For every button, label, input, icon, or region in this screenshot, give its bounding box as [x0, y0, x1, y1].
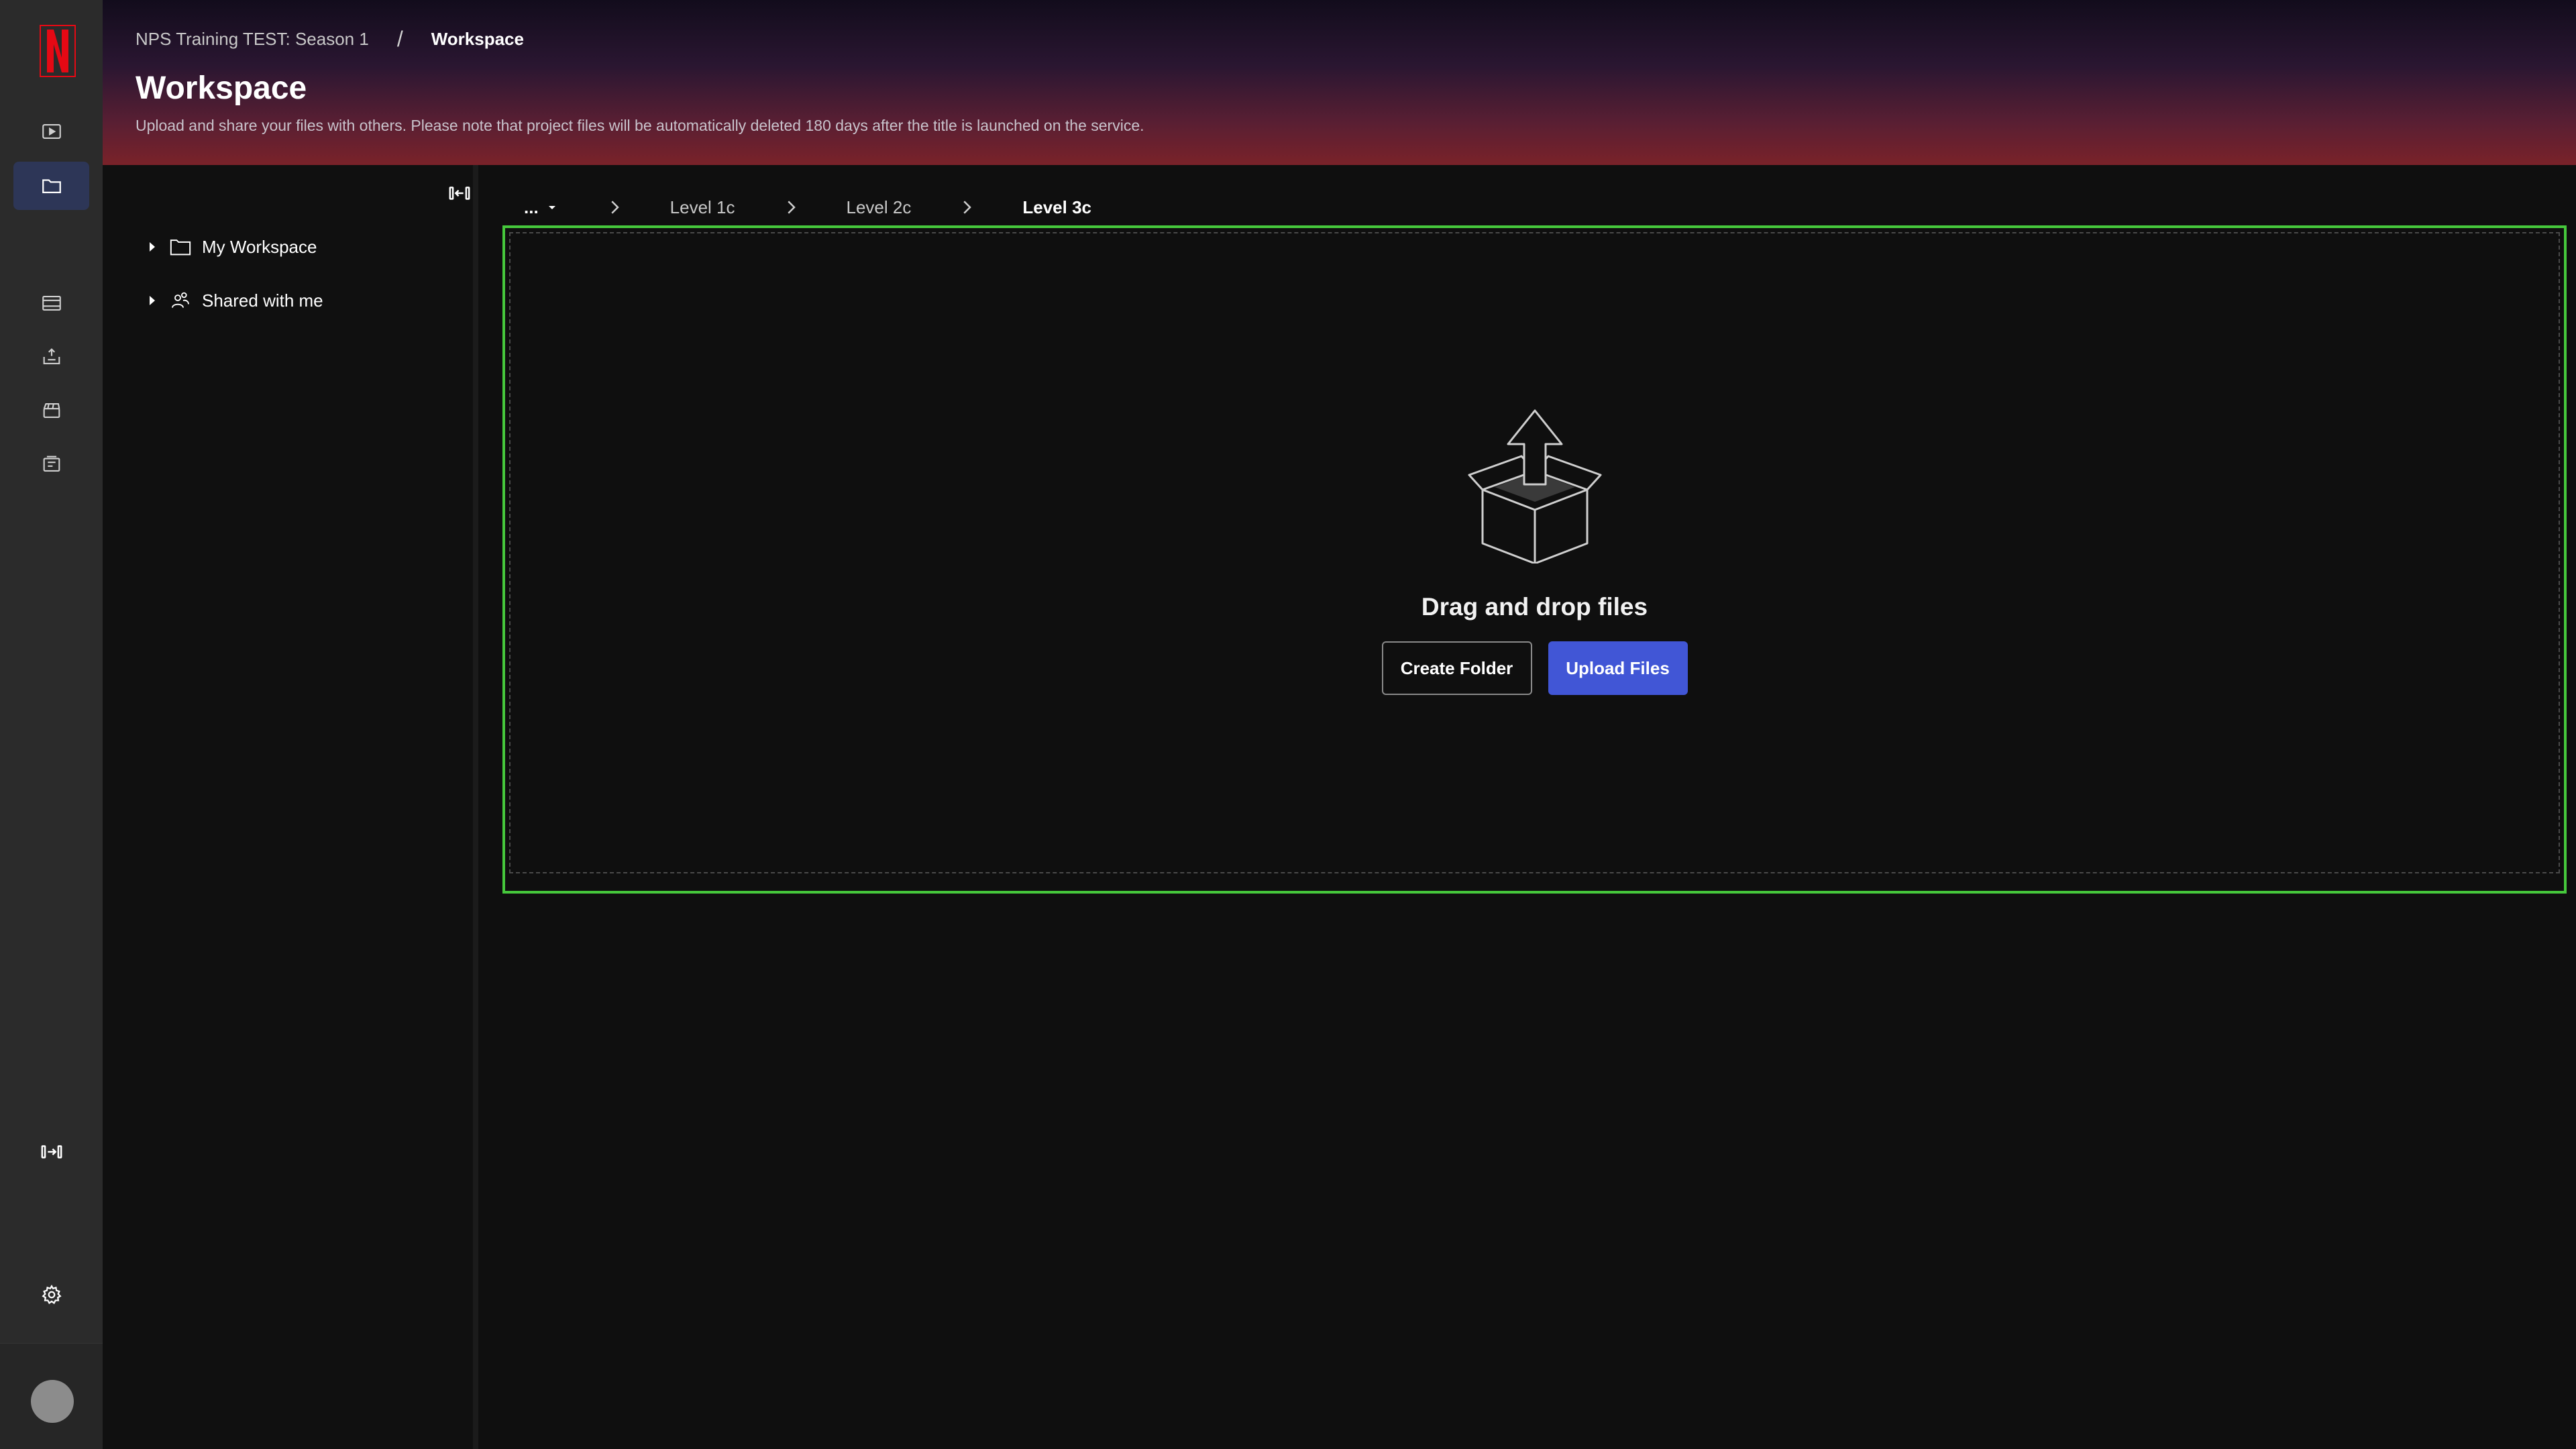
- collapse-panel-button[interactable]: [445, 178, 474, 208]
- gear-icon: [41, 1285, 62, 1305]
- chevron-right-icon: [787, 201, 796, 214]
- rail-item-uploads[interactable]: [13, 333, 89, 381]
- folder-path-breadcrumb: ... Level 1c Level 2c Level 3c: [524, 191, 1091, 224]
- page-header: NPS Training TEST: Season 1 / Workspace …: [103, 0, 2576, 165]
- breadcrumb-separator: /: [396, 27, 403, 51]
- caret-right-icon[interactable]: [143, 237, 162, 256]
- clapperboard-icon: [43, 403, 60, 418]
- caret-right-icon[interactable]: [143, 291, 162, 310]
- create-folder-button[interactable]: Create Folder: [1381, 641, 1532, 695]
- shared-users-icon: [168, 288, 193, 313]
- path-ellipsis-label: ...: [524, 197, 539, 217]
- expand-sidebar-icon: [41, 1145, 62, 1159]
- rail-item-deliverables[interactable]: [13, 440, 89, 488]
- breadcrumb: NPS Training TEST: Season 1 / Workspace: [136, 27, 524, 52]
- open-box-upload-icon: [1468, 409, 1601, 564]
- path-level-2[interactable]: Level 2c: [847, 197, 912, 218]
- film-strip-icon: [42, 296, 61, 311]
- chevron-right-icon: [963, 201, 972, 214]
- expand-sidebar-button[interactable]: [13, 1128, 89, 1176]
- folder-icon: [168, 235, 193, 259]
- tree-item-my-workspace[interactable]: My Workspace: [143, 231, 317, 263]
- caret-down-icon: [548, 206, 555, 209]
- play-icon: [42, 124, 61, 139]
- netflix-logo-icon[interactable]: [39, 24, 76, 78]
- user-section: [0, 1343, 103, 1449]
- path-level-1[interactable]: Level 1c: [670, 197, 735, 218]
- upload-files-button[interactable]: Upload Files: [1548, 641, 1688, 695]
- path-level-current: Level 3c: [1022, 197, 1091, 217]
- breadcrumb-parent-link[interactable]: NPS Training TEST: Season 1: [136, 29, 369, 50]
- left-rail: [0, 0, 103, 1449]
- dropzone-content: Drag and drop files Create Folder Upload…: [505, 409, 2564, 695]
- tree-item-label: Shared with me: [202, 290, 323, 311]
- rail-item-media[interactable]: [13, 279, 89, 327]
- rail-item-production[interactable]: [13, 386, 89, 435]
- breadcrumb-current: Workspace: [431, 29, 524, 49]
- folder-icon: [42, 179, 61, 194]
- collapse-panel-icon: [449, 186, 470, 200]
- dropzone-title: Drag and drop files: [1421, 593, 1648, 621]
- tree-item-shared-with-me[interactable]: Shared with me: [143, 284, 323, 317]
- page-subtitle: Upload and share your files with others.…: [136, 117, 1144, 134]
- page-title: Workspace: [136, 70, 307, 106]
- rail-item-videos[interactable]: [13, 107, 89, 156]
- path-ellipsis-dropdown[interactable]: ...: [524, 197, 559, 218]
- avatar[interactable]: [31, 1380, 74, 1423]
- dropzone-actions: Create Folder Upload Files: [1381, 641, 1688, 695]
- upload-tray-icon: [43, 348, 60, 364]
- chevron-right-icon: [611, 201, 619, 214]
- dropzone[interactable]: Drag and drop files Create Folder Upload…: [502, 225, 2567, 894]
- inbox-list-icon: [43, 455, 60, 472]
- rail-item-workspace[interactable]: [13, 162, 89, 210]
- folder-tree-panel: My Workspace Shared with me: [103, 165, 478, 1449]
- tree-item-label: My Workspace: [202, 236, 317, 257]
- main-content: ... Level 1c Level 2c Level 3c Drag and …: [484, 165, 2576, 1449]
- settings-button[interactable]: [13, 1271, 89, 1319]
